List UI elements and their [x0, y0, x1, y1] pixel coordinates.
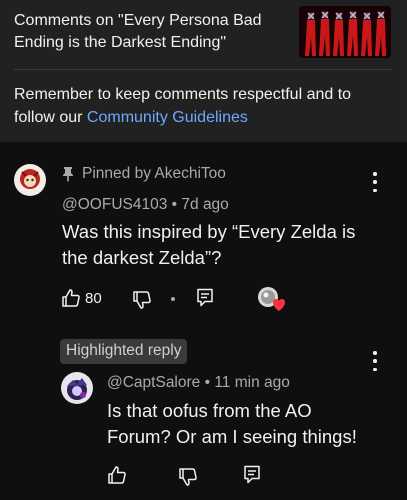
- reply-more-menu[interactable]: [369, 351, 381, 371]
- reply-dislike-button[interactable]: [178, 467, 198, 487]
- reply-icon: [197, 288, 213, 307]
- comments-header: Comments on "Every Persona Bad Ending is…: [0, 0, 407, 142]
- highlighted-reply-badge: Highlighted reply: [60, 339, 188, 364]
- thumbs-up-icon: [62, 289, 80, 307]
- video-thumbnail[interactable]: [299, 6, 391, 58]
- reply-author-avatar[interactable]: [61, 372, 93, 404]
- commenter-avatar[interactable]: [14, 164, 46, 196]
- creator-heart: [257, 286, 287, 312]
- like-button[interactable]: 80: [61, 288, 102, 308]
- reply-icon: [244, 465, 260, 484]
- creator-heart-icon: [258, 287, 286, 311]
- header-divider: [14, 69, 392, 70]
- reply-time: 11 min ago: [214, 374, 290, 391]
- action-separator: [171, 297, 175, 301]
- reply-text: Is that oofus from the AO Forum? Or am I…: [107, 400, 357, 447]
- comment-author[interactable]: @OOFUS4103: [62, 196, 167, 213]
- comment-time: 7d ago: [181, 196, 229, 213]
- thumbs-down-icon: [179, 468, 197, 486]
- community-guidelines-link[interactable]: Community Guidelines: [87, 109, 248, 126]
- reply-button[interactable]: [196, 288, 214, 308]
- pinned-indicator: Pinned by AkechiToo: [62, 165, 226, 183]
- pin-icon: [63, 167, 73, 182]
- dislike-button[interactable]: [132, 290, 152, 310]
- comment-more-menu[interactable]: [369, 172, 381, 192]
- comment-text: Was this inspired by “Every Zelda is the…: [62, 221, 356, 268]
- video-title: Comments on "Every Persona Bad Ending is…: [14, 12, 262, 51]
- comment-meta: @OOFUS4103 • 7d ago: [62, 196, 229, 213]
- like-count: 80: [85, 289, 102, 307]
- reply-meta: @CaptSalore • 11 min ago: [107, 374, 290, 391]
- reply-reply-button[interactable]: [243, 465, 261, 485]
- thumbs-down-icon: [133, 291, 151, 309]
- guidelines-reminder: Remember to keep comments respectful and…: [14, 83, 394, 129]
- pinned-label: Pinned by AkechiToo: [82, 165, 226, 182]
- reply-like-button[interactable]: [107, 465, 127, 485]
- thumbs-up-icon: [108, 466, 126, 484]
- reply-author[interactable]: @CaptSalore: [107, 374, 200, 391]
